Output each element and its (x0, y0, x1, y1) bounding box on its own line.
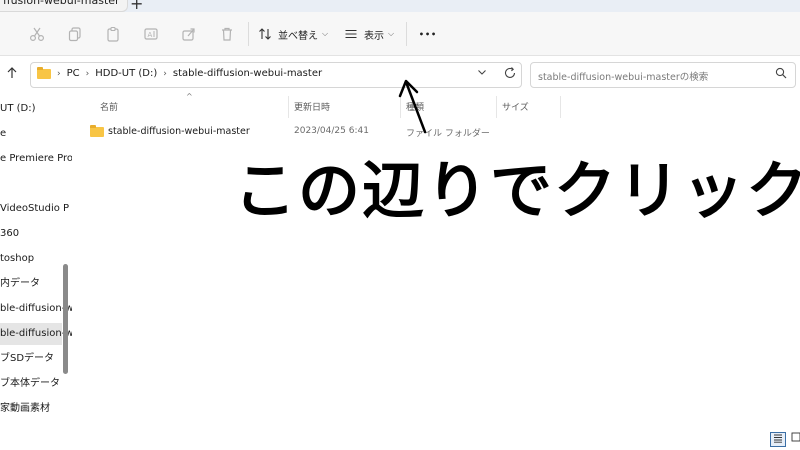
more-icon: ••• (418, 29, 438, 39)
breadcrumb-item[interactable]: stable-diffusion-webui-master (173, 68, 322, 79)
tab-current[interactable]: ffusion-webui-master (0, 0, 128, 12)
up-button[interactable] (5, 66, 19, 84)
cut-button[interactable] (26, 24, 48, 44)
tab-strip: ffusion-webui-master + (0, 0, 800, 13)
details-view-icon (774, 434, 782, 443)
breadcrumb-item[interactable]: PC (67, 68, 80, 79)
chevron-right-icon: › (85, 68, 90, 79)
nav-item-label: 360 (0, 228, 20, 239)
search-icon (775, 67, 787, 82)
nav-item-label: ブSDデータ (0, 353, 55, 364)
view-list-icon (345, 29, 357, 39)
address-bar[interactable]: › PC › HDD-UT (D:) › stable-diffusion-we… (30, 62, 522, 88)
sort-label: 並べ替え (278, 30, 318, 42)
table-row[interactable]: stable-diffusion-webui-master 2023/04/25… (84, 122, 784, 142)
folder-icon (90, 125, 104, 137)
nav-scrollbar[interactable] (63, 264, 68, 374)
more-options-button[interactable]: ••• (416, 24, 440, 44)
chevron-down-icon: ⌵ (322, 29, 329, 38)
file-name: stable-diffusion-webui-master (108, 126, 250, 137)
chevron-right-icon: › (57, 68, 61, 79)
tiles-view-button[interactable] (788, 432, 800, 447)
copy-icon (68, 27, 81, 42)
nav-item[interactable]: e Premiere Pro (0, 148, 72, 170)
nav-item[interactable]: e (0, 123, 62, 145)
sort-button[interactable]: 並べ替え ⌵ (258, 24, 330, 44)
rename-icon: A (144, 28, 158, 40)
nav-item-label: ble-diffusion-web (0, 328, 72, 339)
column-header-date[interactable]: 更新日時 (294, 100, 330, 113)
nav-item[interactable]: 内データ (0, 273, 62, 295)
nav-item[interactable]: 360 (0, 223, 62, 245)
address-dropdown-button[interactable] (477, 67, 487, 80)
nav-item-label: e Premiere Pro (0, 153, 72, 164)
scissors-icon (29, 27, 45, 42)
toolbar-divider (248, 22, 249, 46)
paste-button[interactable] (102, 24, 124, 44)
refresh-icon (504, 67, 516, 78)
details-view-button[interactable] (770, 432, 786, 447)
chevron-down-icon: ⌵ (388, 29, 395, 38)
column-header-name[interactable]: 名前 (100, 100, 118, 113)
nav-item[interactable]: ブ本体データ (0, 373, 62, 395)
nav-item[interactable] (0, 173, 62, 195)
copy-button[interactable] (64, 24, 86, 44)
nav-item[interactable]: toshop (0, 248, 62, 270)
view-label: 表示 (364, 30, 384, 42)
annotation-arrow-icon (398, 79, 427, 134)
nav-item-label: UT (D:) (0, 103, 36, 114)
navigation-pane: UT (D:) e e Premiere Pro VideoStudio P 3… (0, 94, 72, 430)
tiles-view-icon (791, 432, 800, 442)
folder-icon (37, 66, 51, 79)
view-button[interactable]: 表示 ⌵ (344, 24, 400, 44)
command-toolbar: A 並べ替え ⌵ 表示 ⌵ ••• (0, 12, 800, 56)
share-button[interactable] (178, 24, 200, 44)
nav-item-label: 家動画素材 (0, 403, 50, 414)
share-icon (182, 28, 195, 41)
nav-item[interactable]: ble-diffusion-web (0, 298, 72, 320)
clipboard-icon (107, 26, 119, 42)
sort-icon (259, 28, 271, 40)
nav-item-label: ブ本体データ (0, 378, 60, 389)
status-bar (0, 430, 800, 450)
search-placeholder: stable-diffusion-webui-masterの検索 (538, 72, 709, 83)
nav-item[interactable]: 家動画素材 (0, 398, 62, 420)
column-header-size[interactable]: サイズ (502, 100, 529, 113)
nav-item[interactable]: VideoStudio P (0, 198, 69, 220)
annotation-text: この辺りでクリック (234, 154, 800, 227)
nav-item[interactable]: ブSDデータ (0, 348, 62, 370)
nav-item-label: 内データ (0, 278, 40, 289)
column-divider[interactable] (560, 96, 561, 118)
breadcrumb-item[interactable]: HDD-UT (D:) (95, 68, 157, 79)
arrow-up-icon (7, 67, 17, 78)
chevron-right-icon: › (163, 68, 167, 79)
svg-text:A: A (148, 31, 153, 39)
trash-icon (222, 27, 232, 41)
nav-item-label: toshop (0, 253, 35, 264)
column-divider[interactable] (288, 96, 289, 118)
file-date: 2023/04/25 6:41 (294, 126, 369, 136)
refresh-button[interactable] (503, 66, 517, 84)
sort-caret-icon: ^ (186, 92, 193, 101)
nav-item-label: VideoStudio P (0, 203, 70, 214)
tab-title: ffusion-webui-master (3, 0, 120, 7)
column-divider[interactable] (496, 96, 497, 118)
nav-item-selected[interactable]: ble-diffusion-web (0, 323, 72, 345)
search-input[interactable]: stable-diffusion-webui-masterの検索 (530, 62, 796, 88)
nav-item-label: e (0, 128, 7, 139)
chevron-down-icon (478, 70, 486, 75)
nav-item[interactable]: UT (D:) (0, 98, 62, 120)
breadcrumb: › PC › HDD-UT (D:) › stable-diffusion-we… (37, 66, 322, 79)
rename-button[interactable]: A (140, 24, 162, 44)
toolbar-divider (406, 22, 407, 46)
nav-item-label: ble-diffusion-web (0, 303, 72, 314)
delete-button[interactable] (216, 24, 238, 44)
